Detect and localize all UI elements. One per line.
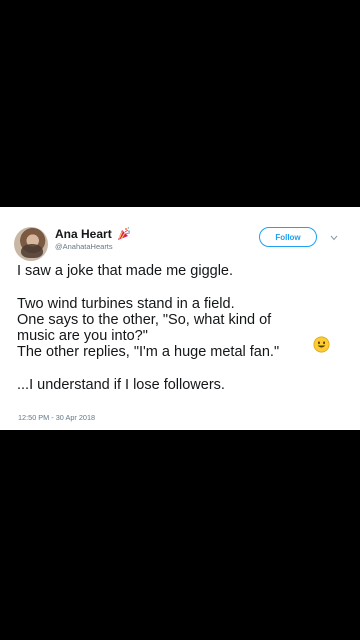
follow-button[interactable]: Follow: [259, 227, 317, 247]
tweet-line-2: Two wind turbines stand in a field.: [17, 296, 235, 312]
tweet-line-4: music are you into?": [17, 328, 148, 344]
tweet-line-5: The other replies, "I'm a huge metal fan…: [17, 344, 280, 360]
tweet-timestamp[interactable]: 12:50 PM - 30 Apr 2018: [18, 413, 95, 422]
avatar[interactable]: [14, 227, 48, 261]
author-handle[interactable]: @AnahataHearts: [55, 242, 113, 251]
author-display-name[interactable]: Ana Heart: [55, 227, 112, 241]
author-name-row: Ana Heart: [55, 226, 132, 242]
tweet-line-6: ...I understand if I lose followers.: [17, 377, 225, 393]
smiling-face-icon: [313, 336, 330, 353]
party-popper-icon: [116, 226, 132, 242]
tweet-line-3: One says to the other, "So, what kind of: [17, 312, 272, 328]
chevron-down-icon[interactable]: [330, 235, 338, 241]
tweet-line-1: I saw a joke that made me giggle.: [17, 263, 234, 279]
tweet-card: Ana Heart @AnahataHearts Follow I saw a …: [0, 207, 360, 430]
tweet-text: I saw a joke that made me giggle. Two wi…: [17, 263, 347, 393]
